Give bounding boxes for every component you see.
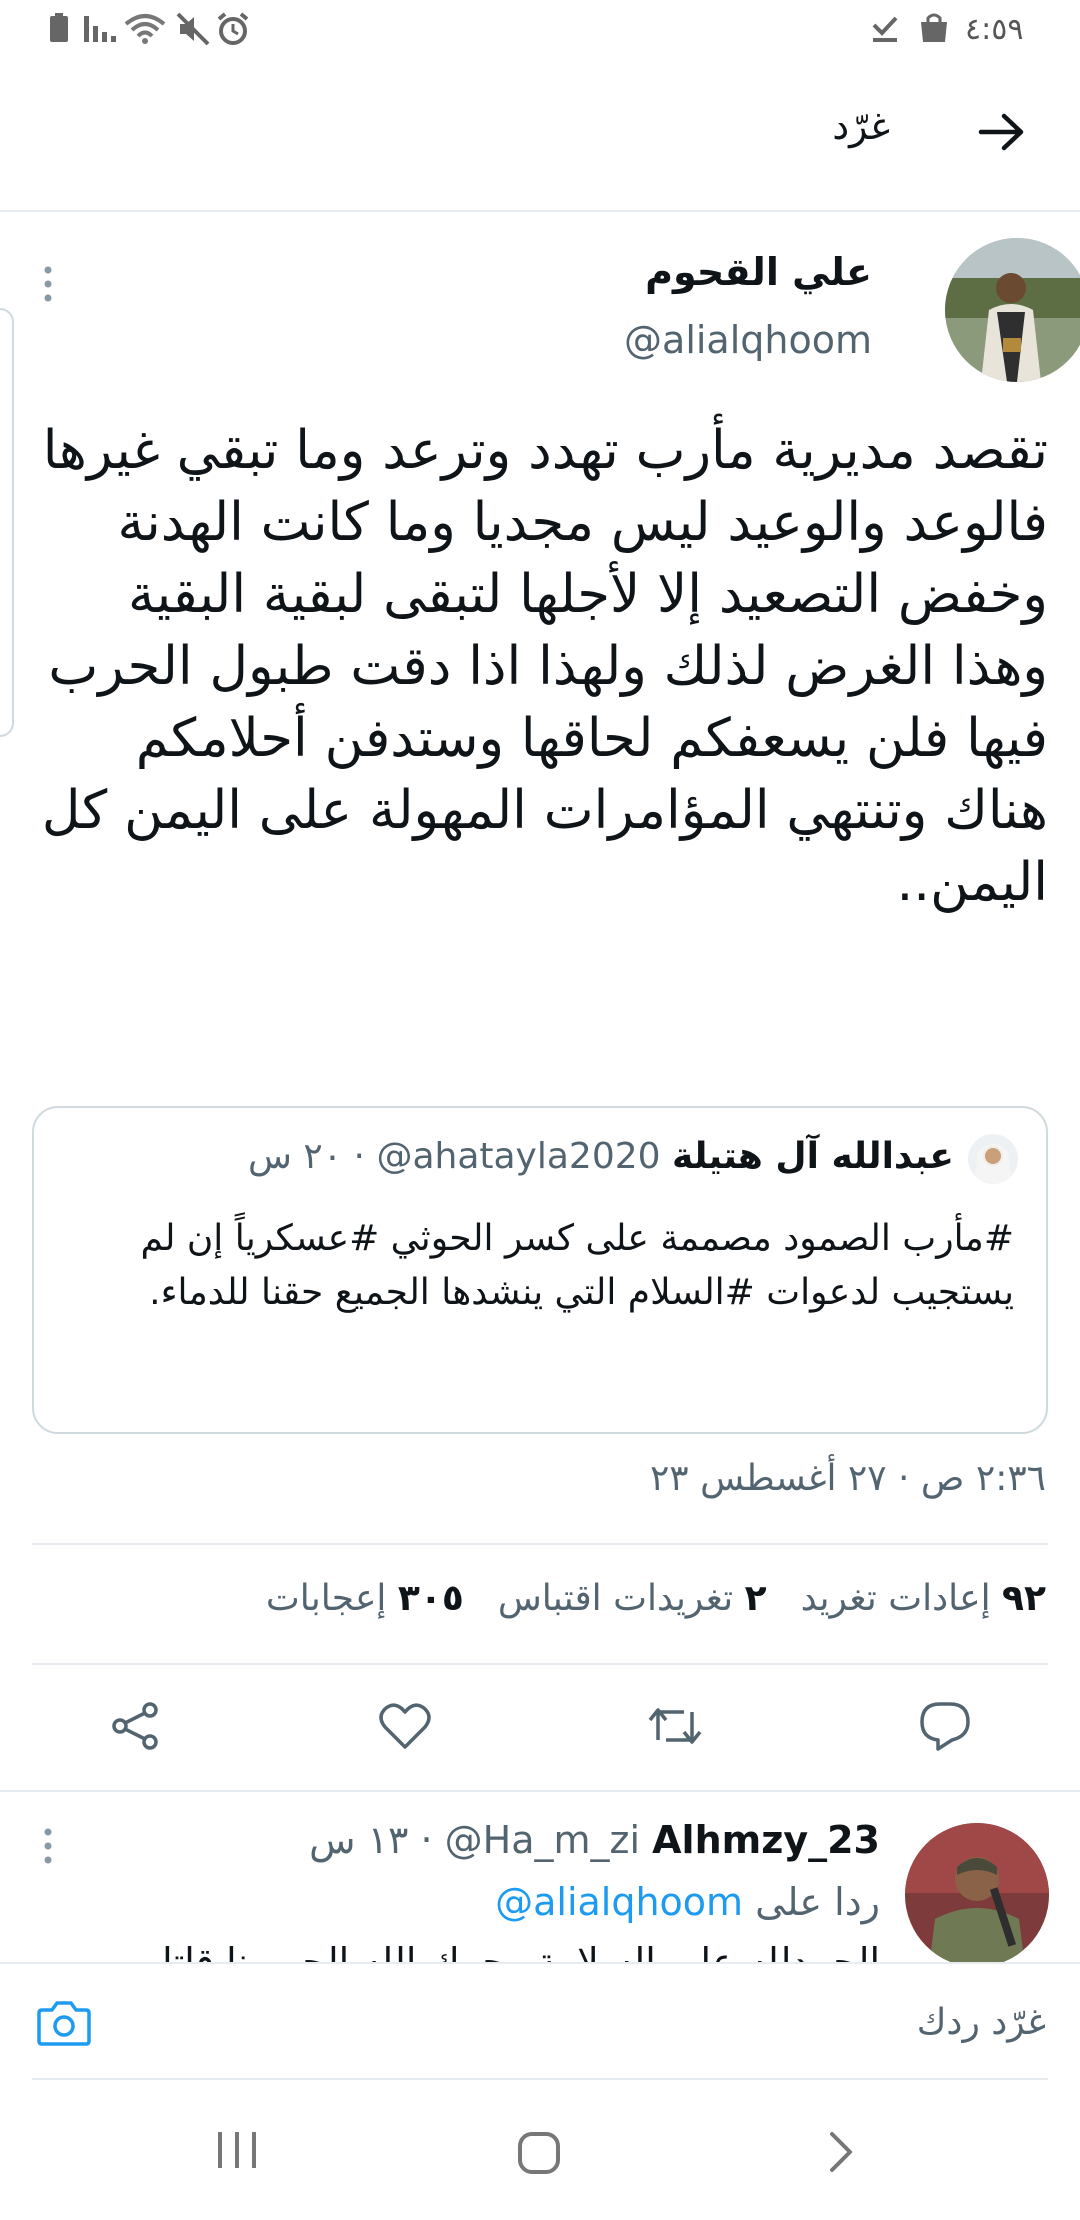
- system-nav-bar: [0, 2080, 1080, 2220]
- tweet-text: تقصد مديرية مأرب تهدد وترعد وما تبقي غير…: [41, 420, 1048, 913]
- quotes-stat[interactable]: ٢ تغريدات اقتباس: [498, 1578, 767, 1619]
- like-icon[interactable]: [378, 1700, 432, 1752]
- reply-time: · ١٣ س: [309, 1818, 433, 1862]
- quotes-label: تغريدات اقتباس: [497, 1578, 734, 1619]
- quoted-tweet-time: · ٢٠ س: [248, 1136, 365, 1177]
- quoted-tweet-text: #مأرب الصمود مصممة على كسر الحوثي #عسكري…: [140, 1218, 1014, 1313]
- home-button[interactable]: [516, 2130, 562, 2176]
- reply-input[interactable]: غرّد ردك: [917, 2002, 1046, 2043]
- status-time: ٤:٥٩: [965, 12, 1024, 47]
- divider: [32, 1663, 1048, 1665]
- more-options-icon[interactable]: [42, 1826, 54, 1866]
- author-handle[interactable]: @alialqhoom: [624, 318, 872, 362]
- divider: [32, 1543, 1048, 1545]
- battery-icon: [48, 12, 70, 44]
- share-icon[interactable]: [108, 1700, 162, 1752]
- status-bar: ٤:٥٩: [0, 0, 1080, 62]
- tweet-timestamp: ٢:٣٦ ص · ٢٧ أغسطس ٢٣: [649, 1458, 1046, 1499]
- camera-icon[interactable]: [36, 1998, 92, 2048]
- download-done-icon: [870, 12, 900, 44]
- quoted-author-handle: @ahatayla2020: [376, 1136, 661, 1177]
- likes-count: ٣٠٥: [397, 1578, 464, 1619]
- retweets-count: ٩٢: [1002, 1578, 1046, 1619]
- author-avatar[interactable]: [945, 238, 1080, 382]
- quoted-tweet-header: عبدالله آل هتيلة @ahatayla2020 · ٢٠ س: [248, 1136, 954, 1177]
- wifi-icon: [124, 12, 166, 46]
- likes-label: إعجابات: [265, 1578, 387, 1619]
- recents-button[interactable]: [214, 2130, 260, 2170]
- alarm-icon: [216, 12, 250, 46]
- divider: [0, 1790, 1080, 1792]
- retweets-label: إعادات تغريد: [800, 1578, 991, 1619]
- reply-author-avatar[interactable]: [905, 1823, 1049, 1967]
- quoted-author-avatar: [968, 1134, 1018, 1184]
- retweets-stat[interactable]: ٩٢ إعادات تغريد: [801, 1578, 1046, 1619]
- retweet-icon[interactable]: [646, 1700, 704, 1752]
- quotes-count: ٢: [744, 1578, 767, 1619]
- replying-to-prefix: ردا على: [755, 1880, 880, 1924]
- author-name[interactable]: علي القحوم: [645, 250, 872, 294]
- reply-author-handle[interactable]: @Ha_m_zi: [445, 1818, 640, 1862]
- back-button[interactable]: [826, 2130, 856, 2174]
- reply-icon[interactable]: [918, 1700, 972, 1752]
- signal-icon: [82, 12, 118, 44]
- reply-composer[interactable]: غرّد ردك: [0, 1962, 1080, 2079]
- more-options-icon[interactable]: [42, 264, 54, 304]
- quoted-author-name: عبدالله آل هتيلة: [672, 1136, 954, 1177]
- reply-header: Alhmzy_23 @Ha_m_zi · ١٣ س: [309, 1818, 880, 1862]
- reply-author-name[interactable]: Alhmzy_23: [652, 1818, 880, 1862]
- tweet-stats: ٩٢ إعادات تغريد ٢ تغريدات اقتباس ٣٠٥ إعجاب…: [266, 1578, 1046, 1619]
- likes-stat[interactable]: ٣٠٥ إعجابات: [266, 1578, 464, 1619]
- replying-to-line: ردا على @alialqhoom: [495, 1880, 880, 1924]
- edge-panel-handle[interactable]: [0, 308, 14, 737]
- arrow-right-icon[interactable]: [978, 112, 1026, 152]
- replying-to-mention[interactable]: @alialqhoom: [495, 1880, 743, 1924]
- page-title: غرّد: [832, 104, 890, 148]
- top-app-bar: غرّد: [0, 62, 1080, 212]
- shopping-bag-icon: [918, 12, 950, 44]
- quoted-tweet-card[interactable]: عبدالله آل هتيلة @ahatayla2020 · ٢٠ س #م…: [32, 1106, 1048, 1434]
- mute-icon: [176, 12, 210, 46]
